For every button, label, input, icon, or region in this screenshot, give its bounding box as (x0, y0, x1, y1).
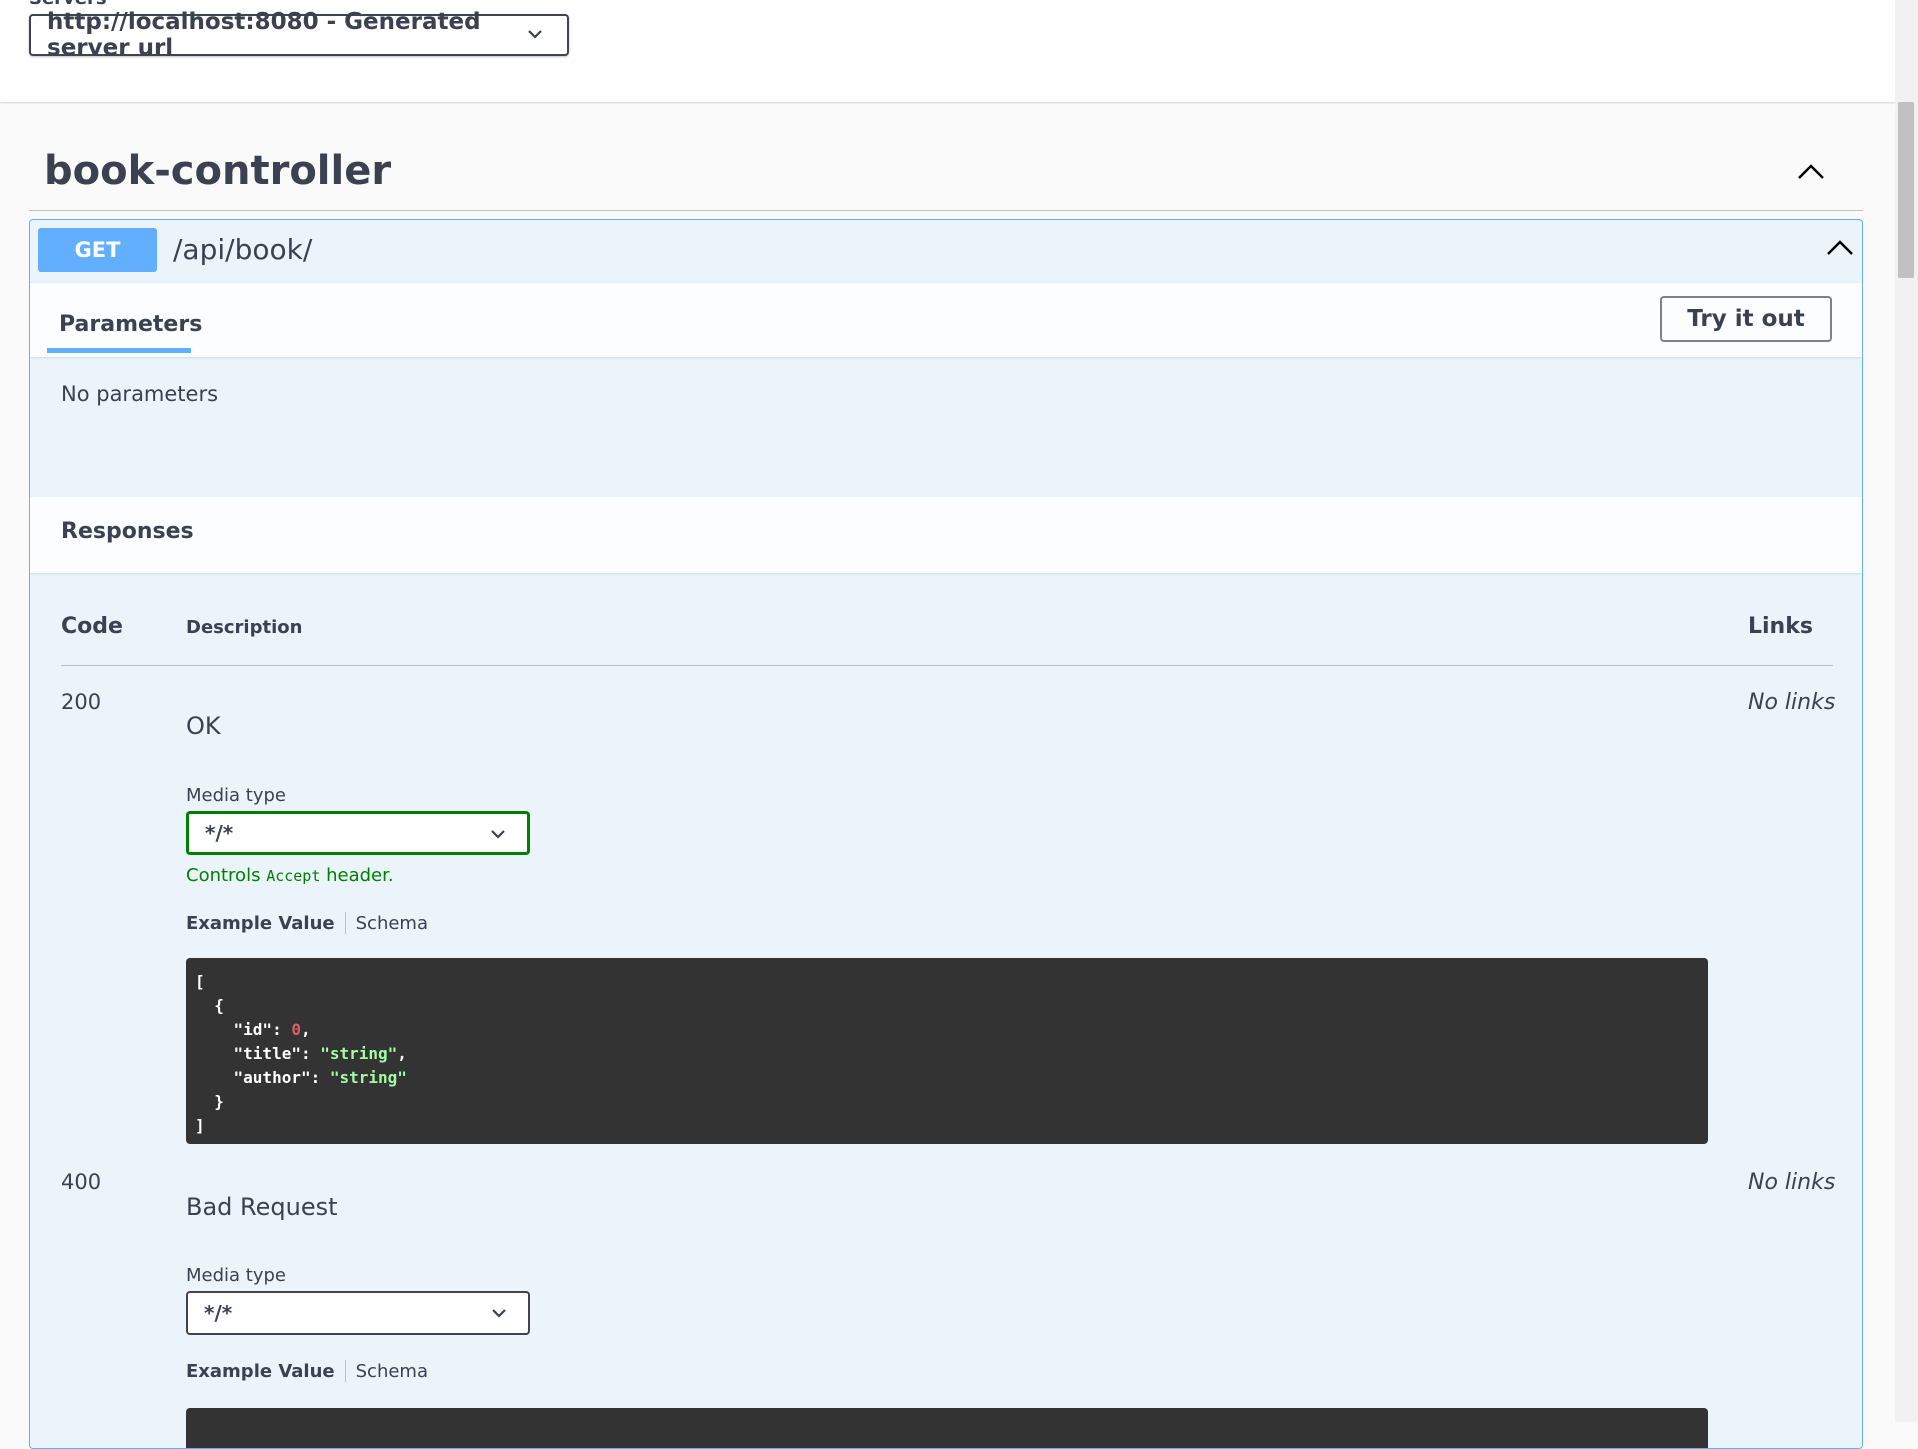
tab-parameters[interactable]: Parameters (47, 295, 214, 354)
servers-selected-value: http://localhost:8080 - Generated server… (47, 9, 481, 61)
media-type-label: Media type (186, 1265, 286, 1286)
try-it-out-button[interactable]: Try it out (1660, 296, 1832, 342)
media-type-select[interactable]: */* (186, 1291, 530, 1335)
media-type-label: Media type (186, 785, 286, 806)
tab-separator (344, 1360, 346, 1382)
media-type-value: */* (204, 1301, 233, 1325)
servers-label: Servers (29, 0, 107, 9)
operation-path: /api/book/ (173, 233, 313, 266)
response-description: OK (186, 712, 221, 740)
example-value-code: [ { "id": 0, "title": "string", "author"… (186, 958, 1708, 1144)
response-links: No links (1748, 1170, 1836, 1195)
tab-schema[interactable]: Schema (356, 913, 428, 934)
tab-separator (344, 912, 346, 934)
chevron-down-icon (489, 824, 507, 848)
media-type-select[interactable]: */* (186, 811, 530, 855)
servers-bar: Servers http://localhost:8080 - Generate… (0, 0, 1895, 102)
chevron-down-icon (490, 1303, 508, 1327)
tab-schema[interactable]: Schema (356, 1361, 428, 1382)
responses-header: Responses (30, 497, 1862, 573)
no-parameters-text: No parameters (61, 382, 219, 406)
header-divider (61, 665, 1833, 666)
response-code: 400 (61, 1170, 102, 1194)
example-tabs: Example Value Schema (186, 1360, 428, 1382)
http-method-badge: GET (38, 228, 157, 272)
response-links: No links (1748, 690, 1836, 715)
controls-accept-note: Controls Accept header. (186, 865, 394, 886)
response-code: 200 (61, 690, 102, 714)
column-header-links: Links (1748, 614, 1813, 639)
parameters-header: Parameters Try it out (30, 282, 1862, 357)
tab-example-value[interactable]: Example Value (186, 1361, 335, 1382)
servers-select[interactable]: http://localhost:8080 - Generated server… (29, 9, 569, 61)
column-header-description: Description (186, 617, 303, 638)
media-type-value: */* (205, 821, 234, 845)
chevron-down-icon (525, 24, 545, 50)
chevron-up-icon[interactable] (1797, 162, 1825, 186)
vertical-scrollbar[interactable] (1895, 0, 1918, 1422)
responses-title: Responses (61, 519, 194, 544)
operation-summary[interactable]: GET /api/book/ (30, 220, 1862, 283)
tag-title: book-controller (44, 148, 392, 194)
response-description: Bad Request (186, 1193, 338, 1221)
tab-active-indicator (47, 348, 191, 353)
operation-block: GET /api/book/ Parameters Try it out No … (29, 219, 1863, 1449)
example-value-code (186, 1408, 1708, 1448)
tag-section-header[interactable]: book-controller (29, 140, 1863, 211)
column-header-code: Code (61, 614, 123, 639)
scrollbar-thumb[interactable] (1898, 102, 1914, 278)
tab-example-value[interactable]: Example Value (186, 913, 335, 934)
chevron-up-icon[interactable] (1826, 238, 1854, 262)
example-tabs: Example Value Schema (186, 912, 428, 934)
